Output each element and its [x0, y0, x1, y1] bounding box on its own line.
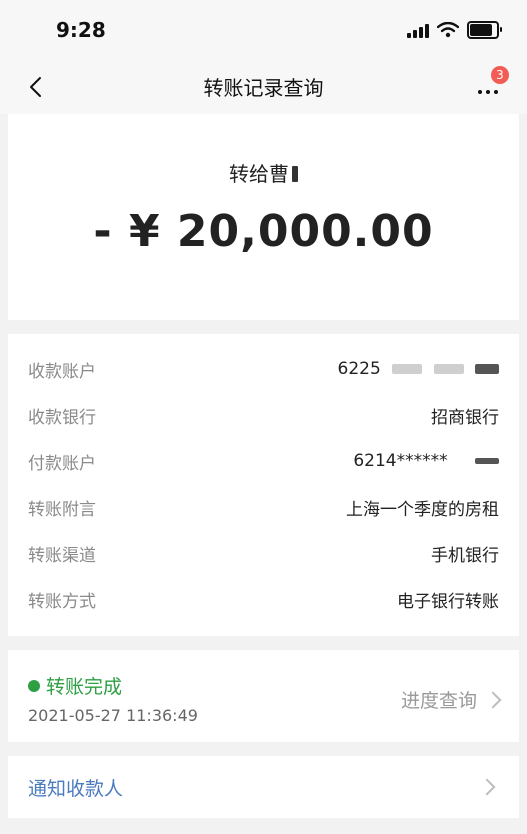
- notification-badge: 3: [491, 66, 509, 84]
- page-title: 转账记录查询: [203, 76, 324, 100]
- recipient-name: 转给曹: [229, 162, 289, 186]
- receiving-account-value: 6225: [338, 359, 499, 379]
- status-datetime: 2021-05-27 11:36:49: [28, 706, 198, 725]
- status-label: 转账完成: [46, 676, 123, 698]
- notify-recipient-label: 通知收款人: [28, 778, 124, 800]
- detail-label: 转账附言: [28, 499, 96, 520]
- nav-bar: 转账记录查询 3: [0, 60, 527, 114]
- detail-row-remark: 转账附言 上海一个季度的房租: [28, 492, 499, 522]
- transfer-amount: - ¥ 20,000.00: [93, 206, 434, 257]
- detail-label: 转账渠道: [28, 545, 96, 566]
- amount-card: 转给曹 - ¥ 20,000.00: [8, 114, 519, 320]
- detail-value: 招商银行: [431, 407, 499, 428]
- wifi-icon: [437, 22, 459, 38]
- masked-digits: [392, 364, 423, 374]
- masked-digits: [475, 458, 499, 464]
- detail-label: 收款账户: [28, 361, 96, 382]
- more-icon-dot: [486, 90, 490, 94]
- masked-digits: [475, 364, 499, 374]
- status-dot-icon: [28, 679, 40, 692]
- detail-row-receiving-account: 收款账户 6225: [28, 354, 499, 384]
- chevron-right-icon: [478, 778, 496, 796]
- detail-value: 电子银行转账: [397, 591, 499, 612]
- signal-icon: [407, 22, 429, 38]
- status-time: 9:28: [56, 18, 106, 42]
- masked-name-char: [292, 166, 298, 182]
- notify-recipient-button[interactable]: 通知收款人: [8, 756, 519, 818]
- transfer-status-card: 转账完成 2021-05-27 11:36:49 进度查询: [8, 650, 519, 742]
- system-icons: [407, 21, 502, 39]
- detail-row-paying-account: 付款账户 6214******: [28, 446, 499, 476]
- paying-account-value: 6214******: [353, 451, 499, 471]
- battery-icon: [467, 21, 502, 39]
- detail-label: 转账方式: [28, 591, 96, 612]
- detail-row-receiving-bank: 收款银行 招商银行: [28, 400, 499, 430]
- more-icon-dot: [494, 90, 498, 94]
- detail-value: 6214******: [353, 451, 448, 471]
- details-card: 收款账户 6225 收款银行 招商银行 付款账户 6214****** 转账附言…: [8, 334, 519, 636]
- detail-label: 付款账户: [28, 453, 96, 474]
- masked-digits: [433, 364, 464, 374]
- detail-value: 手机银行: [431, 545, 499, 566]
- status-bar: 9:28: [0, 0, 527, 60]
- status-line: 转账完成: [28, 672, 122, 699]
- detail-row-channel: 转账渠道 手机银行: [28, 538, 499, 568]
- progress-query-link[interactable]: 进度查询: [400, 686, 502, 713]
- detail-value: 上海一个季度的房租: [346, 499, 499, 520]
- detail-value: 6225: [337, 359, 381, 379]
- detail-row-method: 转账方式 电子银行转账: [28, 584, 499, 614]
- recipient-line: 转给曹: [8, 158, 519, 187]
- more-icon: [478, 90, 482, 94]
- detail-label: 收款银行: [28, 407, 96, 428]
- chevron-right-icon: [484, 691, 502, 708]
- progress-query-label: 进度查询: [400, 690, 477, 712]
